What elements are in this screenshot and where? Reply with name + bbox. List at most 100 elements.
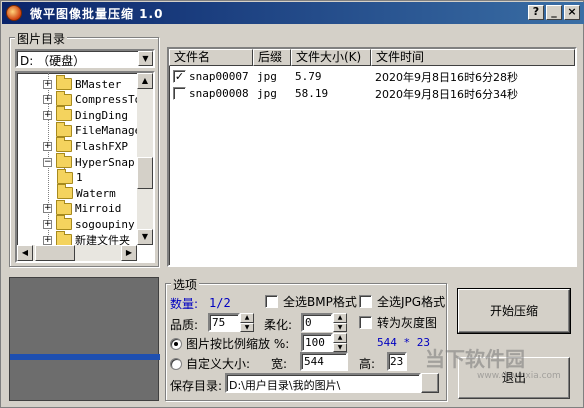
column-header-ext[interactable]: 后缀 (253, 49, 291, 66)
window-title: 微平图像批量压缩 1.0 (30, 6, 164, 21)
scroll-right-icon[interactable]: ▶ (121, 245, 137, 261)
tree-item[interactable]: + Mirroid (43, 199, 122, 217)
tree-item-label: Mirroid (75, 202, 122, 216)
expand-icon[interactable]: + (43, 235, 52, 245)
tree-item-label: CompressTo (75, 93, 142, 107)
width-label: 宽: (271, 357, 288, 371)
tree-item-label: 1 (76, 171, 83, 185)
start-compress-button[interactable]: 开始压缩 (457, 288, 571, 334)
minimize-button[interactable]: _ (546, 5, 562, 20)
file-checkbox[interactable]: ✓ (173, 70, 186, 83)
tree-vscroll[interactable]: ▲ ▼ (137, 73, 153, 245)
chevron-down-icon[interactable]: ▼ (138, 51, 153, 66)
options-group-label: 选项 (171, 276, 200, 293)
quality-input[interactable]: 75 (208, 313, 240, 332)
tree-item[interactable]: + BMaster (43, 75, 122, 92)
folder-tree[interactable]: +BMaster+CompressTo+DingDing+FileManage+… (15, 71, 155, 263)
watermark-url: www.downxia.com (477, 371, 561, 381)
custom-size-label: 自定义大小: (186, 357, 251, 371)
file-time: 2020年9月8日16时6分28秒 (375, 70, 518, 84)
watermark-text: 当下软件园 (425, 347, 525, 371)
scale-stepper[interactable]: ▲ ▼ (333, 333, 347, 352)
width-input[interactable]: 544 (300, 352, 348, 371)
tree-hscroll-thumb[interactable] (35, 245, 75, 261)
start-compress-label: 开始压缩 (489, 304, 538, 318)
scale-option[interactable]: 图片按比例缩放 %: (170, 335, 289, 352)
file-row[interactable]: ✓ snap00007 jpg 5.79 2020年9月8日16时6分28秒 (169, 68, 575, 85)
tree-item[interactable]: + DingDing (43, 106, 128, 123)
scale-up-icon[interactable]: ▲ (333, 333, 347, 343)
tree-item[interactable]: + FlashFXP (43, 137, 128, 154)
file-time: 2020年9月8日16时6分34秒 (375, 87, 518, 101)
tree-item[interactable]: Waterm (57, 184, 116, 201)
expand-icon[interactable]: + (43, 79, 52, 89)
grayscale-option[interactable]: 转为灰度图 (359, 314, 437, 331)
drive-combo[interactable]: D: （硬盘） ▼ (15, 49, 155, 68)
file-row[interactable]: snap00008 jpg 58.19 2020年9月8日16时6分34秒 (169, 85, 575, 102)
quality-up-icon[interactable]: ▲ (240, 313, 254, 323)
scale-input[interactable]: 100 (301, 333, 333, 352)
folder-icon (56, 75, 72, 90)
folder-icon (56, 90, 72, 106)
preview-thumbnail (10, 354, 160, 360)
folder-icon (56, 215, 72, 231)
scroll-down-icon[interactable]: ▼ (137, 229, 153, 245)
save-dir-input[interactable]: D:\用户目录\我的图片\ (225, 373, 421, 393)
tree-item[interactable]: +FileManage (43, 121, 142, 139)
file-checkbox[interactable] (173, 87, 186, 100)
quality-stepper[interactable]: ▲ ▼ (240, 313, 254, 332)
quality-down-icon[interactable]: ▼ (240, 322, 254, 332)
collapse-icon[interactable]: − (43, 157, 52, 167)
tree-item[interactable]: + CompressTo (43, 90, 142, 108)
image-preview (9, 277, 160, 401)
custom-size-radio[interactable] (170, 357, 182, 370)
expand-icon[interactable]: + (43, 110, 52, 120)
tree-item-label: BMaster (75, 77, 122, 91)
select-all-bmp[interactable]: 全选BMP格式 (265, 293, 357, 310)
count-value: 1/2 (209, 296, 231, 310)
close-button[interactable]: × (564, 5, 580, 20)
expand-icon[interactable]: + (43, 141, 52, 151)
help-button[interactable]: ? (528, 5, 544, 20)
folder-icon (56, 137, 72, 153)
tree-item[interactable]: 1 (57, 168, 83, 186)
folder-icon (56, 121, 72, 137)
tree-item[interactable]: + sogoupiny (43, 215, 135, 232)
grayscale-checkbox[interactable] (359, 316, 372, 329)
scroll-left-icon[interactable]: ◀ (17, 245, 33, 261)
soften-stepper[interactable]: ▲ ▼ (333, 313, 347, 332)
file-name: snap00008 (189, 87, 249, 100)
soften-input[interactable]: 0 (301, 313, 333, 332)
app-window: 微平图像批量压缩 1.0 ? _ × 图片目录 D: （硬盘） ▼ + BMast… (0, 0, 584, 408)
file-size: 58.19 (295, 87, 329, 100)
expand-icon[interactable]: + (43, 204, 52, 214)
select-all-jpg[interactable]: 全选JPG格式 (359, 293, 445, 310)
column-header-size[interactable]: 文件大小(K) (291, 49, 371, 66)
browse-button[interactable] (421, 373, 439, 393)
scale-radio[interactable] (170, 337, 182, 350)
height-input[interactable]: 23 (387, 352, 407, 371)
custom-size-option[interactable]: 自定义大小: (170, 355, 250, 372)
drive-combo-value: D: （硬盘） (20, 54, 86, 68)
title-bar: 微平图像批量压缩 1.0 ? _ × (2, 2, 584, 24)
scroll-up-icon[interactable]: ▲ (137, 73, 153, 89)
watermark-url-text: www.downxia.com (477, 371, 561, 381)
tree-item-label: FlashFXP (75, 139, 128, 153)
tree-vscroll-thumb[interactable] (137, 157, 153, 189)
tree-hscroll[interactable]: ◀ ▶ (17, 245, 137, 261)
soften-down-icon[interactable]: ▼ (333, 322, 347, 332)
select-all-jpg-checkbox[interactable] (359, 295, 372, 308)
select-all-bmp-checkbox[interactable] (265, 295, 278, 308)
quality-label: 品质: (170, 318, 199, 332)
scale-down-icon[interactable]: ▼ (333, 342, 347, 352)
file-list[interactable]: 文件名 后缀 文件大小(K) 文件时间 ✓ snap00007 jpg 5.79 202… (167, 47, 577, 267)
tree-item-label: FileManage (75, 124, 142, 138)
select-all-jpg-label: 全选JPG格式 (377, 295, 446, 309)
column-header-name[interactable]: 文件名 (169, 49, 253, 66)
expand-icon[interactable]: + (43, 95, 52, 105)
directory-group-label: 图片目录 (15, 30, 68, 47)
expand-icon[interactable]: + (43, 219, 52, 229)
column-header-time[interactable]: 文件时间 (371, 49, 575, 66)
soften-up-icon[interactable]: ▲ (333, 313, 347, 323)
tree-item[interactable]: − HyperSnap (43, 153, 135, 170)
